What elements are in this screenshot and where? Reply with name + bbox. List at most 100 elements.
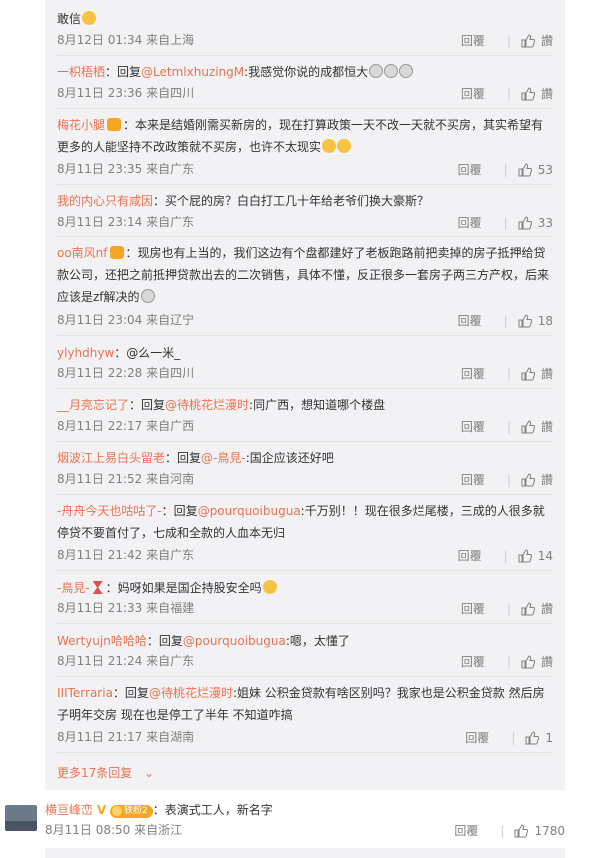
reply-username[interactable]: __月亮忘记了	[57, 398, 129, 412]
reply-item: ylyhdhyw：@么一米_ 8月11日 22:28 来自四川 回覆 | 讚	[57, 346, 553, 381]
reply-username[interactable]: 烟波江上易白头留老	[57, 451, 165, 465]
reply-time: 8月11日 21:24 来自广东	[57, 654, 195, 668]
mention-link[interactable]: @pourquoibugua	[183, 634, 286, 648]
reply-button[interactable]: 回覆	[458, 215, 482, 231]
reply-item: 烟波江上易白头留老：回复@-鳥見-:国企应该还好吧 8月11日 21:52 来自…	[57, 451, 553, 487]
like-icon[interactable]	[521, 33, 535, 48]
reply-username[interactable]: Wertyujn哈哈哈	[57, 634, 147, 648]
avatar[interactable]	[5, 805, 37, 831]
like-icon[interactable]	[518, 313, 532, 328]
like-icon[interactable]	[521, 472, 535, 487]
reply-text: 敢信	[57, 12, 82, 26]
like-count[interactable]: 1	[545, 730, 553, 746]
reply-text: ：本来是结婚刚需买新房的，现在打算政策一天不改一天就不买房，其实希望有更多的人能…	[57, 118, 544, 154]
more-replies-link[interactable]: 更多17条回复 ⌄	[57, 764, 154, 781]
reply-button[interactable]: 回覆	[465, 730, 489, 746]
like-count[interactable]: 1780	[534, 823, 565, 839]
reply-time: 8月11日 21:42 来自广东	[57, 548, 195, 562]
reply-button[interactable]: 回覆	[461, 86, 485, 102]
reply-time: 8月11日 23:14 来自广东	[57, 215, 195, 229]
like-count[interactable]: 14	[538, 548, 553, 564]
emoji-icon	[369, 64, 384, 78]
reply-username[interactable]: oo南风nf	[57, 246, 108, 260]
fan-badge-icon	[107, 118, 122, 131]
emoji-icon	[140, 289, 155, 303]
like-icon[interactable]	[525, 730, 540, 745]
like-count[interactable]: 讚	[541, 33, 553, 49]
like-count[interactable]: 53	[538, 162, 553, 178]
like-count[interactable]: 讚	[541, 419, 553, 435]
reply-button[interactable]: 回覆	[461, 419, 485, 435]
verified-icon: V	[96, 803, 107, 817]
main-comment: 横亘峰峦 V 铁粉2 ：表演式工人，新名字	[45, 801, 565, 819]
reply-text: ：买个屁的房？白白打工几十年给老爷们换大豪斯？	[153, 194, 430, 208]
reply-username[interactable]: -舟舟今天也咕咕了-	[57, 504, 162, 518]
replies-panel: 敢信 8月12日 01:34 来自上海 回覆 | 讚 一枳梧栖：回复@Letmlxh…	[45, 0, 565, 790]
fan-badge-icon	[109, 246, 124, 259]
like-count[interactable]: 讚	[541, 654, 553, 670]
reply-button[interactable]: 回覆	[458, 313, 482, 329]
like-icon[interactable]	[518, 162, 532, 177]
mention-link[interactable]: @pourquoibugua	[198, 504, 301, 518]
mention-link[interactable]: @LetmlxhuzingM	[141, 65, 244, 79]
reply-item: 一枳梧栖：回复@LetmlxhuzingM:我感觉你说的成都恒大 8月11日 2…	[57, 64, 553, 101]
like-count[interactable]: 讚	[541, 472, 553, 488]
reply-button[interactable]: 回覆	[458, 162, 482, 178]
like-icon[interactable]	[521, 366, 535, 381]
reply-button[interactable]: 回覆	[461, 601, 485, 617]
reply-item: 我的内心只有咸因：买个屁的房？白白打工几十年给老爷们换大豪斯？ 8月11日 23…	[57, 194, 553, 230]
reply-time: 8月12日 01:34 来自上海	[57, 33, 195, 47]
emoji-icon	[322, 139, 337, 153]
like-icon[interactable]	[518, 215, 532, 230]
like-icon[interactable]	[514, 823, 529, 838]
reply-text: :国企应该还好吧	[245, 451, 334, 465]
reply-item: __月亮忘记了：回复@待桃花烂漫时:同广西，想知道哪个楼盘 8月11日 22:1…	[57, 398, 553, 434]
emoji-icon	[399, 64, 414, 78]
comment-text: ：表演式工人，新名字	[152, 803, 273, 817]
emoji-icon	[262, 580, 277, 594]
chevron-down-icon: ⌄	[144, 766, 155, 780]
reply-text: ：妈呀如果是国企持股安全吗	[105, 581, 262, 595]
like-count[interactable]: 讚	[541, 366, 553, 382]
reply-button[interactable]: 回覆	[454, 823, 478, 839]
mention-link[interactable]: @-鳥見-	[201, 451, 246, 465]
reply-item: oo南风nf ：现房也有上当的，我们这边有个盘都建好了老板跑路前把卖掉的房子抵押给…	[57, 246, 553, 328]
like-count[interactable]: 讚	[541, 86, 553, 102]
reply-username[interactable]: ylyhdhyw	[57, 346, 114, 360]
reply-username[interactable]: IIITerraria	[57, 686, 113, 700]
mention-link[interactable]: @待桃花烂漫时	[165, 398, 249, 412]
like-count[interactable]: 18	[538, 313, 553, 329]
like-count[interactable]: 讚	[541, 601, 553, 617]
reply-time: 8月11日 22:17 来自广西	[57, 419, 195, 433]
reply-username[interactable]: 一枳梧栖	[57, 65, 105, 79]
reply-text: ：@么一米_	[114, 346, 181, 360]
reply-item: -鳥見- ：妈呀如果是国企持股安全吗 8月11日 21:33 来自福建 回覆 | 讚	[57, 580, 553, 616]
fan-level-badge: 铁粉2	[109, 805, 153, 818]
reply-time: 8月11日 21:52 来自河南	[57, 472, 195, 486]
reply-button[interactable]: 回覆	[461, 366, 485, 382]
reply-item: 梅花小腿 ：本来是结婚刚需买新房的，现在打算政策一天不改一天就不买房，其实希望有更…	[57, 118, 553, 177]
reply-button[interactable]: 回覆	[461, 654, 485, 670]
reply-button[interactable]: 回覆	[458, 548, 482, 564]
like-icon[interactable]	[521, 654, 535, 669]
reply-item: Wertyujn哈哈哈：回复@pourquoibugua:嗯，太懂了 8月11日…	[57, 634, 553, 669]
reply-time: 8月11日 21:33 来自福建	[57, 601, 195, 615]
reply-username[interactable]: -鳥見-	[57, 581, 90, 595]
like-count[interactable]: 33	[538, 215, 553, 231]
reply-item: IIITerraria：回复@待桃花烂漫时:姐妹 公积金贷款有啥区别吗？我家也是…	[57, 686, 553, 745]
reply-username[interactable]: 梅花小腿	[57, 118, 105, 132]
like-icon[interactable]	[521, 86, 535, 101]
emoji-icon	[384, 64, 399, 78]
like-icon[interactable]	[518, 548, 532, 563]
reply-time: 8月11日 23:35 来自广东	[57, 162, 195, 176]
comment-username[interactable]: 横亘峰峦	[45, 803, 93, 817]
reply-username[interactable]: 我的内心只有咸因	[57, 194, 153, 208]
comment-time: 8月11日 08:50 来自浙江	[45, 823, 183, 837]
reply-button[interactable]: 回覆	[461, 472, 485, 488]
like-icon[interactable]	[521, 601, 535, 616]
like-icon[interactable]	[521, 419, 535, 434]
reply-button[interactable]: 回覆	[461, 33, 485, 49]
reply-text: ：现房也有上当的，我们这边有个盘都建好了老板跑路前把卖掉的房子抵押给贷款公司，还…	[57, 246, 550, 304]
reply-time: 8月11日 23:36 来自四川	[57, 86, 195, 100]
mention-link[interactable]: @待桃花烂漫时	[149, 686, 233, 700]
